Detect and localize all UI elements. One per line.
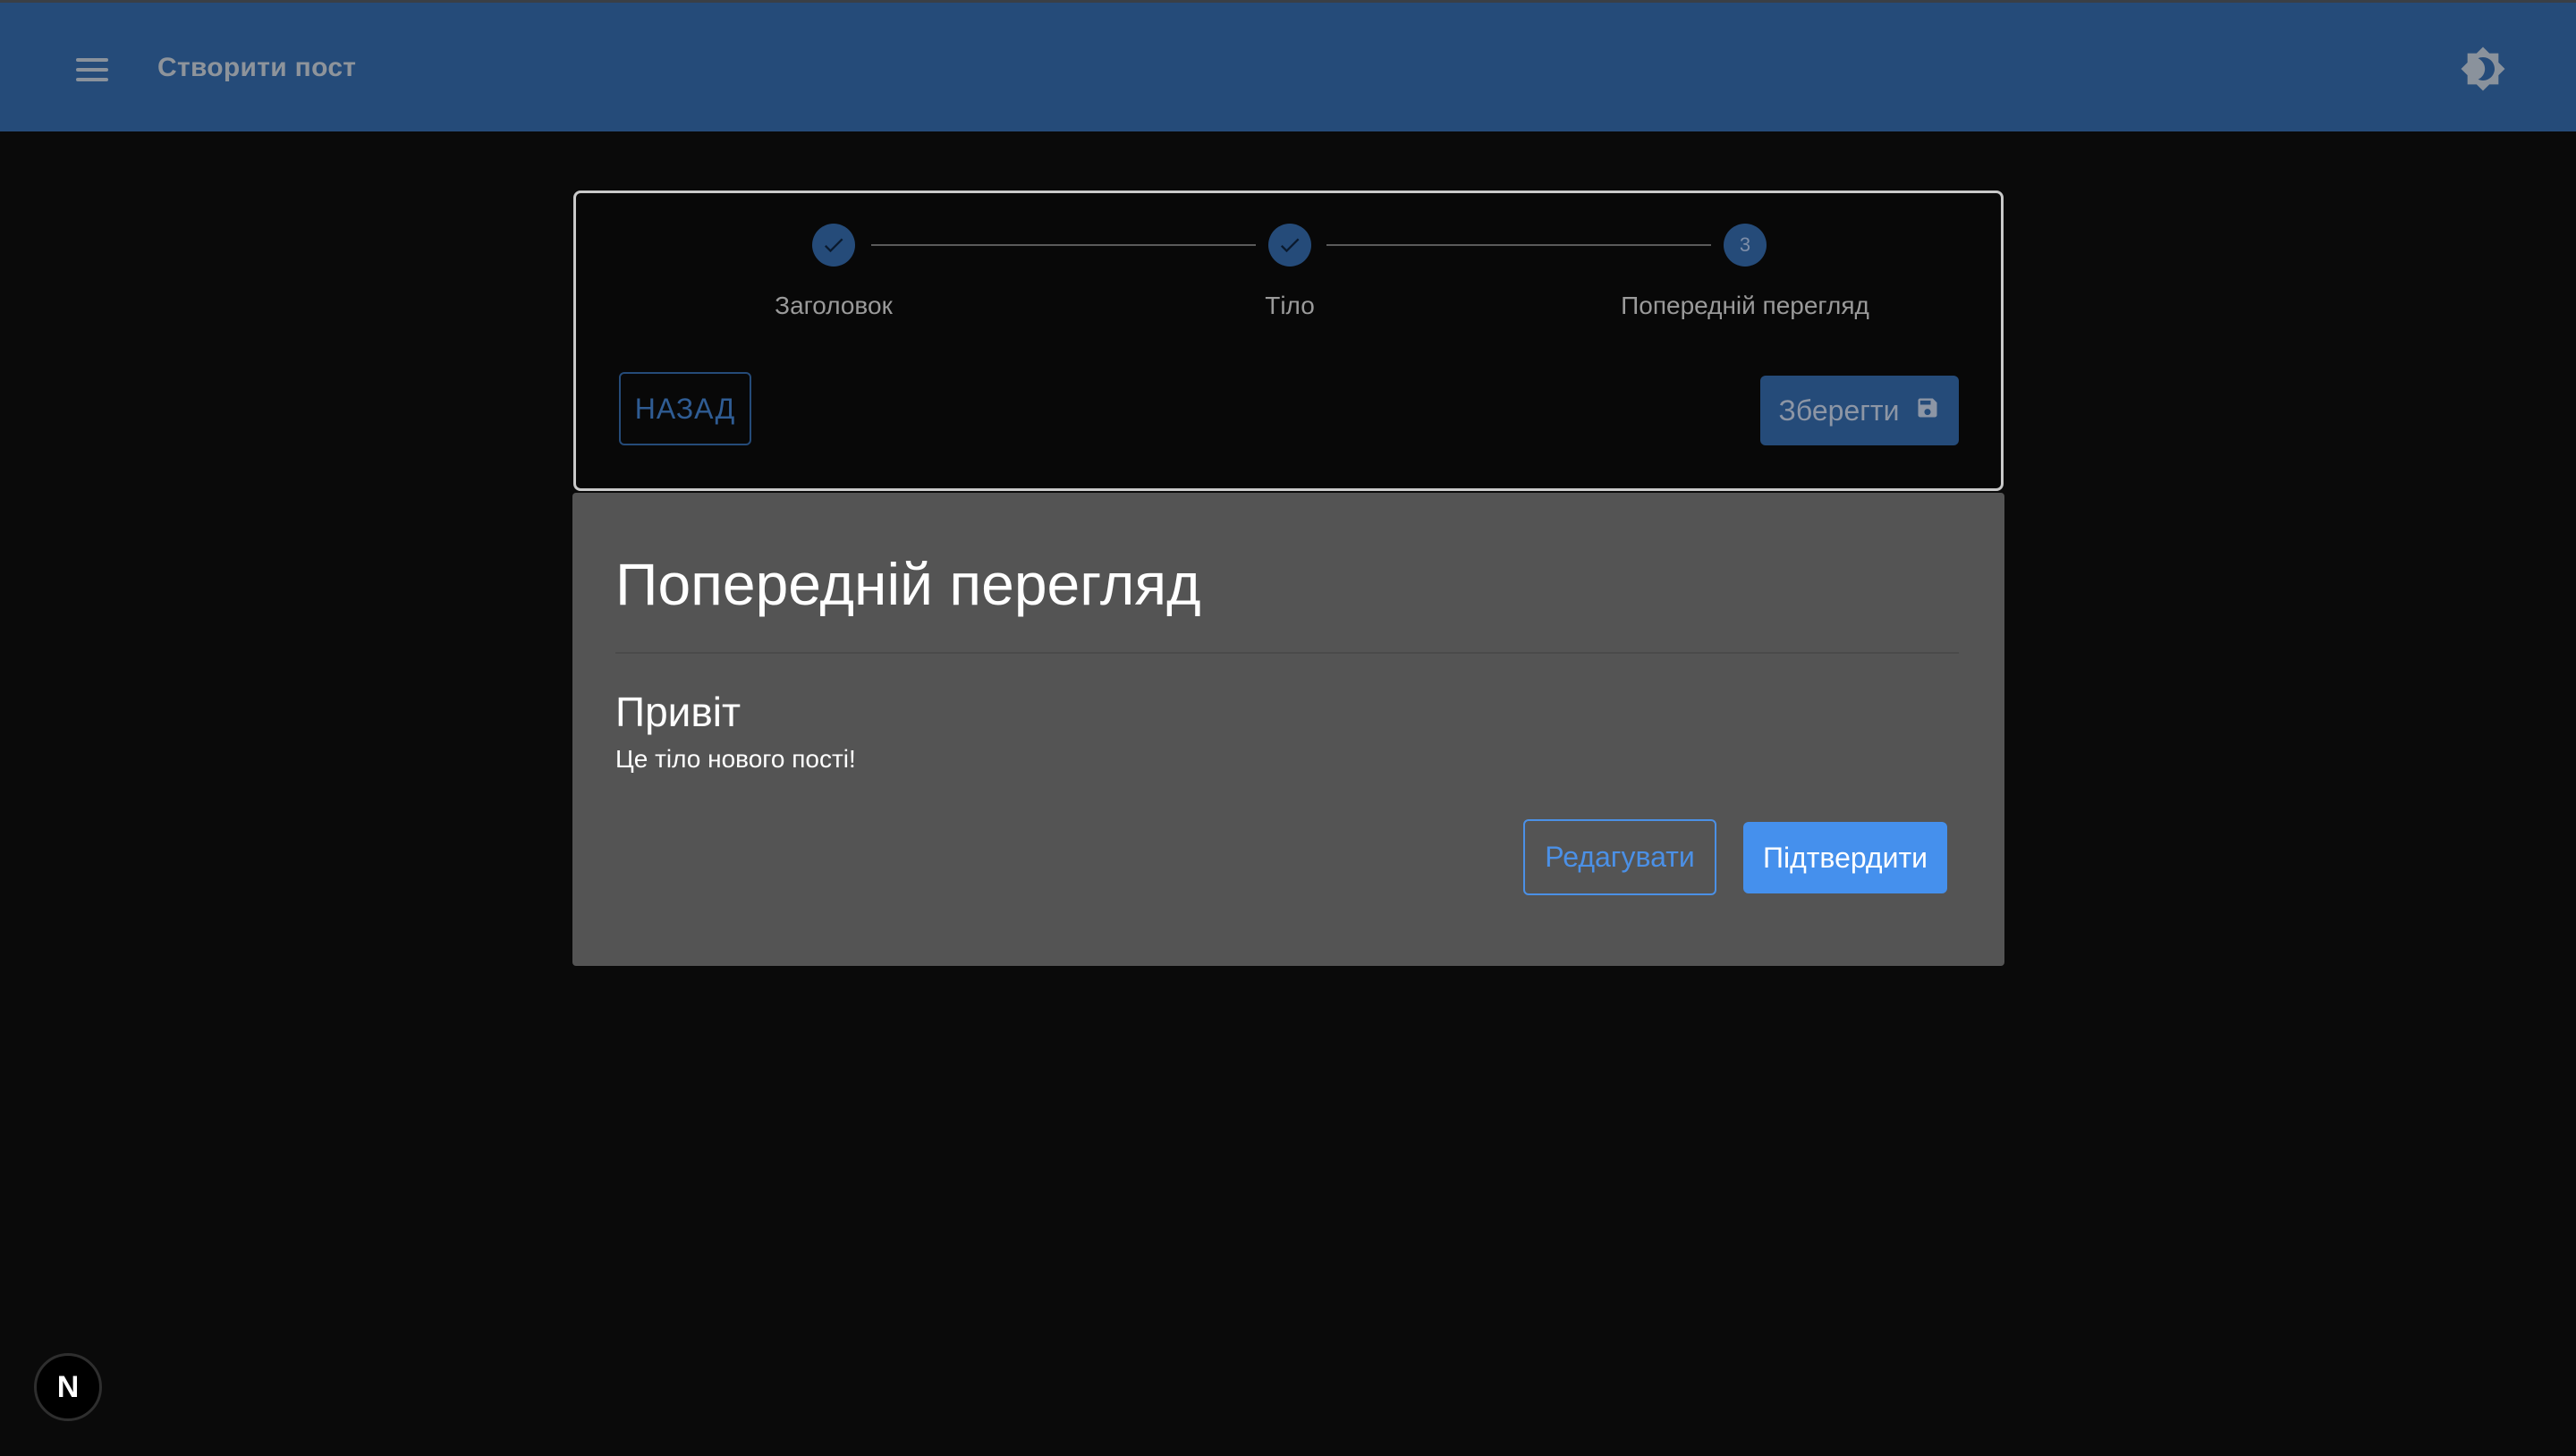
- save-button[interactable]: Зберегти: [1760, 376, 1959, 445]
- check-icon: [1268, 224, 1311, 267]
- save-button-label: Зберегти: [1778, 394, 1900, 427]
- check-icon: [812, 224, 855, 267]
- page-title: Створити пост: [157, 53, 357, 82]
- step-label: Тіло: [1265, 292, 1315, 319]
- confirm-button[interactable]: Підтвердити: [1743, 822, 1947, 893]
- step-body[interactable]: Тіло: [1129, 224, 1451, 320]
- step-label: Заголовок: [775, 292, 893, 319]
- preview-panel: Попередній перегляд Привіт Це тіло новог…: [572, 493, 2004, 966]
- step-preview[interactable]: 3 Попередній перегляд: [1584, 224, 1906, 320]
- step-label: Попередній перегляд: [1621, 292, 1869, 319]
- nextjs-icon[interactable]: N: [34, 1353, 102, 1421]
- back-button[interactable]: НАЗАД: [619, 372, 751, 445]
- stepper-card: Заголовок Тіло 3 Попередній перегляд НАЗ…: [573, 190, 2004, 491]
- step-number: 3: [1724, 224, 1767, 267]
- post-body: Це тіло нового пості!: [615, 745, 856, 773]
- preview-heading: Попередній перегляд: [615, 551, 1201, 617]
- edit-button[interactable]: Редагувати: [1523, 819, 1716, 895]
- nextjs-letter: N: [56, 1369, 80, 1404]
- app-bar: Створити пост: [0, 0, 2576, 131]
- brightness-icon[interactable]: [2460, 46, 2506, 92]
- save-icon: [1915, 394, 1940, 427]
- step-title[interactable]: Заголовок: [673, 224, 995, 320]
- post-title: Привіт: [615, 689, 741, 735]
- menu-icon[interactable]: [70, 47, 114, 92]
- divider: [615, 652, 1959, 654]
